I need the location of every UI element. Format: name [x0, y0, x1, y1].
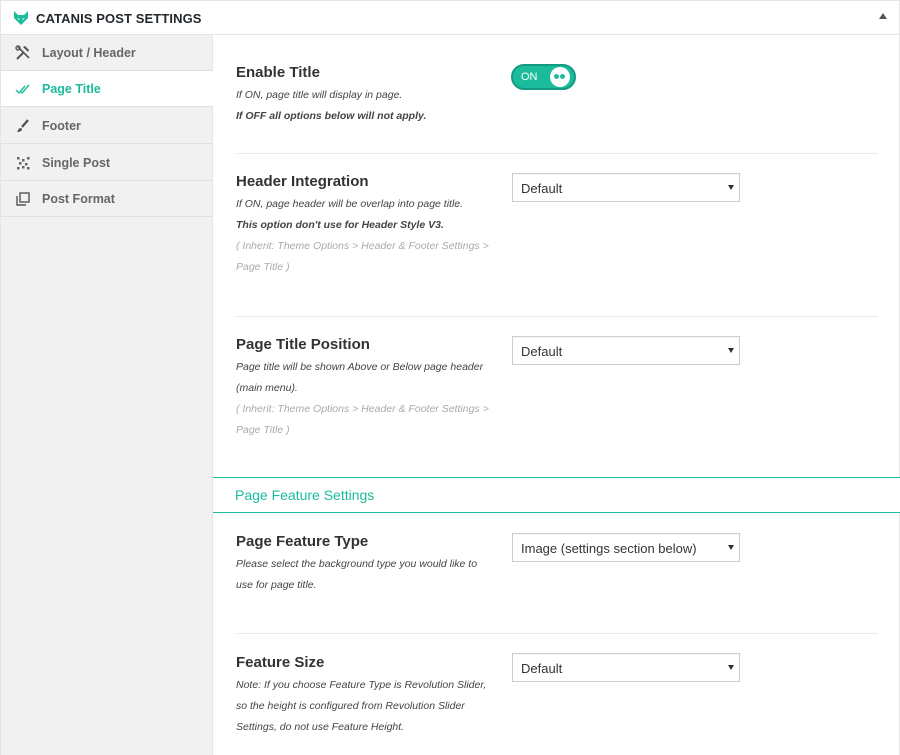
chevron-down-icon: [728, 348, 734, 353]
settings-content: Enable Title If ON, page title will disp…: [213, 35, 900, 755]
select-value: Default: [521, 344, 563, 359]
chevron-down-icon: [728, 545, 734, 550]
page-feature-type-select[interactable]: Image (settings section below): [512, 533, 740, 562]
sidebar-item-post-format[interactable]: Post Format: [1, 181, 213, 217]
header-integration-description: If ON, page header will be overlap into …: [236, 194, 506, 278]
page-title-position-inherit-note: Page Title ): [236, 424, 290, 436]
enable-title-label: Enable Title: [236, 64, 320, 81]
enable-title-desc-line: If OFF all options below will not apply.: [236, 110, 427, 122]
select-value: Default: [521, 181, 563, 196]
post-settings-panel: CATANIS POST SETTINGS Layout / Header Pa…: [0, 0, 900, 755]
feature-size-desc-line: Settings, do not use Feature Height.: [236, 721, 405, 733]
section-title: Page Feature Settings: [235, 487, 375, 503]
header-integration-desc-line: If ON, page header will be overlap into …: [236, 198, 464, 210]
toggle-knob[interactable]: [550, 67, 570, 87]
page-feature-type-description: Please select the background type you wo…: [236, 554, 506, 596]
page-feature-settings-section: Page Feature Settings: [213, 477, 900, 513]
panel-title: CATANIS POST SETTINGS: [36, 11, 202, 26]
header-integration-label: Header Integration: [236, 173, 369, 190]
sidebar-item-footer[interactable]: Footer: [1, 108, 213, 144]
header-integration-inherit-note: ( Inherit: Theme Options > Header & Foot…: [236, 240, 489, 252]
sidebar-item-single-post[interactable]: Single Post: [1, 145, 213, 181]
checkmarks-icon: [15, 84, 30, 95]
triangle-up-icon[interactable]: [879, 13, 887, 19]
settings-sidebar: Layout / Header Page Title Footer Single…: [1, 35, 214, 755]
knob-dot-icon: [560, 74, 565, 79]
select-value: Image (settings section below): [521, 541, 697, 556]
feature-size-description: Note: If you choose Feature Type is Revo…: [236, 675, 506, 738]
header-integration-select[interactable]: Default: [512, 173, 740, 202]
chevron-down-icon: [728, 665, 734, 670]
page-title-position-description: Page title will be shown Above or Below …: [236, 357, 506, 441]
field-divider: [236, 316, 878, 317]
page-feature-type-desc-line: Please select the background type you wo…: [236, 558, 478, 570]
sidebar-item-page-title[interactable]: Page Title: [1, 71, 214, 107]
enable-title-desc-line: If ON, page title will display in page.: [236, 89, 403, 101]
sidebar-item-label: Post Format: [42, 192, 115, 206]
page-title-position-inherit-note: ( Inherit: Theme Options > Header & Foot…: [236, 403, 489, 415]
fox-logo-icon: [14, 11, 28, 25]
chevron-down-icon: [728, 185, 734, 190]
tools-icon: [15, 45, 30, 60]
sidebar-item-label: Single Post: [42, 156, 111, 170]
field-divider: [236, 633, 878, 634]
brush-icon: [17, 119, 29, 132]
header-integration-inherit-note: Page Title ): [236, 261, 290, 273]
field-divider: [236, 153, 878, 154]
dots-grid-icon: [17, 157, 30, 170]
page-title-position-desc-line: (main menu).: [236, 382, 298, 394]
header-integration-desc-line: This option don't use for Header Style V…: [236, 219, 444, 231]
page-feature-type-desc-line: use for page title.: [236, 579, 317, 591]
page-title-position-label: Page Title Position: [236, 336, 370, 353]
copy-icon: [16, 192, 30, 206]
feature-size-desc-line: Note: If you choose Feature Type is Revo…: [236, 679, 487, 691]
sidebar-item-layout-header[interactable]: Layout / Header: [1, 35, 213, 71]
enable-title-description: If ON, page title will display in page. …: [236, 85, 506, 127]
feature-size-select[interactable]: Default: [512, 653, 740, 682]
sidebar-item-label: Layout / Header: [42, 46, 136, 60]
enable-title-toggle[interactable]: ON: [511, 64, 576, 90]
sidebar-item-label: Page Title: [42, 82, 101, 96]
knob-dot-icon: [554, 74, 559, 79]
toggle-state-label: ON: [521, 71, 538, 83]
page-title-position-desc-line: Page title will be shown Above or Below …: [236, 361, 484, 373]
feature-size-desc-line: so the height is configured from Revolut…: [236, 700, 465, 712]
page-title-position-select[interactable]: Default: [512, 336, 740, 365]
page-feature-type-label: Page Feature Type: [236, 533, 369, 550]
feature-size-label: Feature Size: [236, 654, 325, 671]
panel-header[interactable]: CATANIS POST SETTINGS: [1, 1, 899, 35]
sidebar-item-label: Footer: [42, 119, 81, 133]
select-value: Default: [521, 661, 563, 676]
